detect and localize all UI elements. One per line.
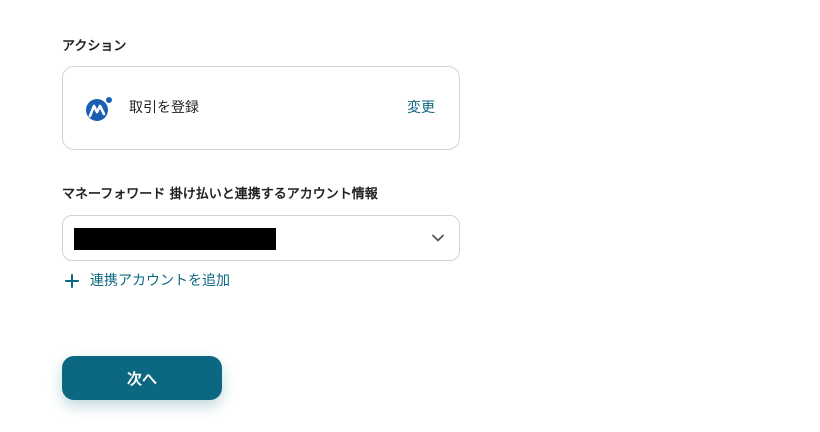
plus-icon — [65, 274, 79, 288]
action-section-label: アクション — [62, 39, 127, 54]
chevron-down-icon — [432, 234, 444, 242]
add-account-link[interactable]: 連携アカウントを追加 — [64, 272, 230, 290]
selected-account-value-redacted — [74, 228, 276, 250]
action-card: 取引を登録 変更 — [62, 66, 460, 150]
change-action-link[interactable]: 変更 — [407, 101, 435, 115]
moneyforward-logo-icon — [86, 97, 112, 121]
account-section-label: マネーフォワード 掛け払いと連携するアカウント情報 — [62, 187, 378, 202]
next-button[interactable]: 次へ — [62, 356, 222, 400]
action-name: 取引を登録 — [129, 100, 199, 116]
action-settings-page: アクション 取引を登録 変更 マネーフォワード 掛け払いと連携するアカウント情報… — [0, 0, 820, 432]
account-select[interactable] — [62, 215, 460, 261]
add-account-label: 連携アカウントを追加 — [90, 273, 230, 289]
